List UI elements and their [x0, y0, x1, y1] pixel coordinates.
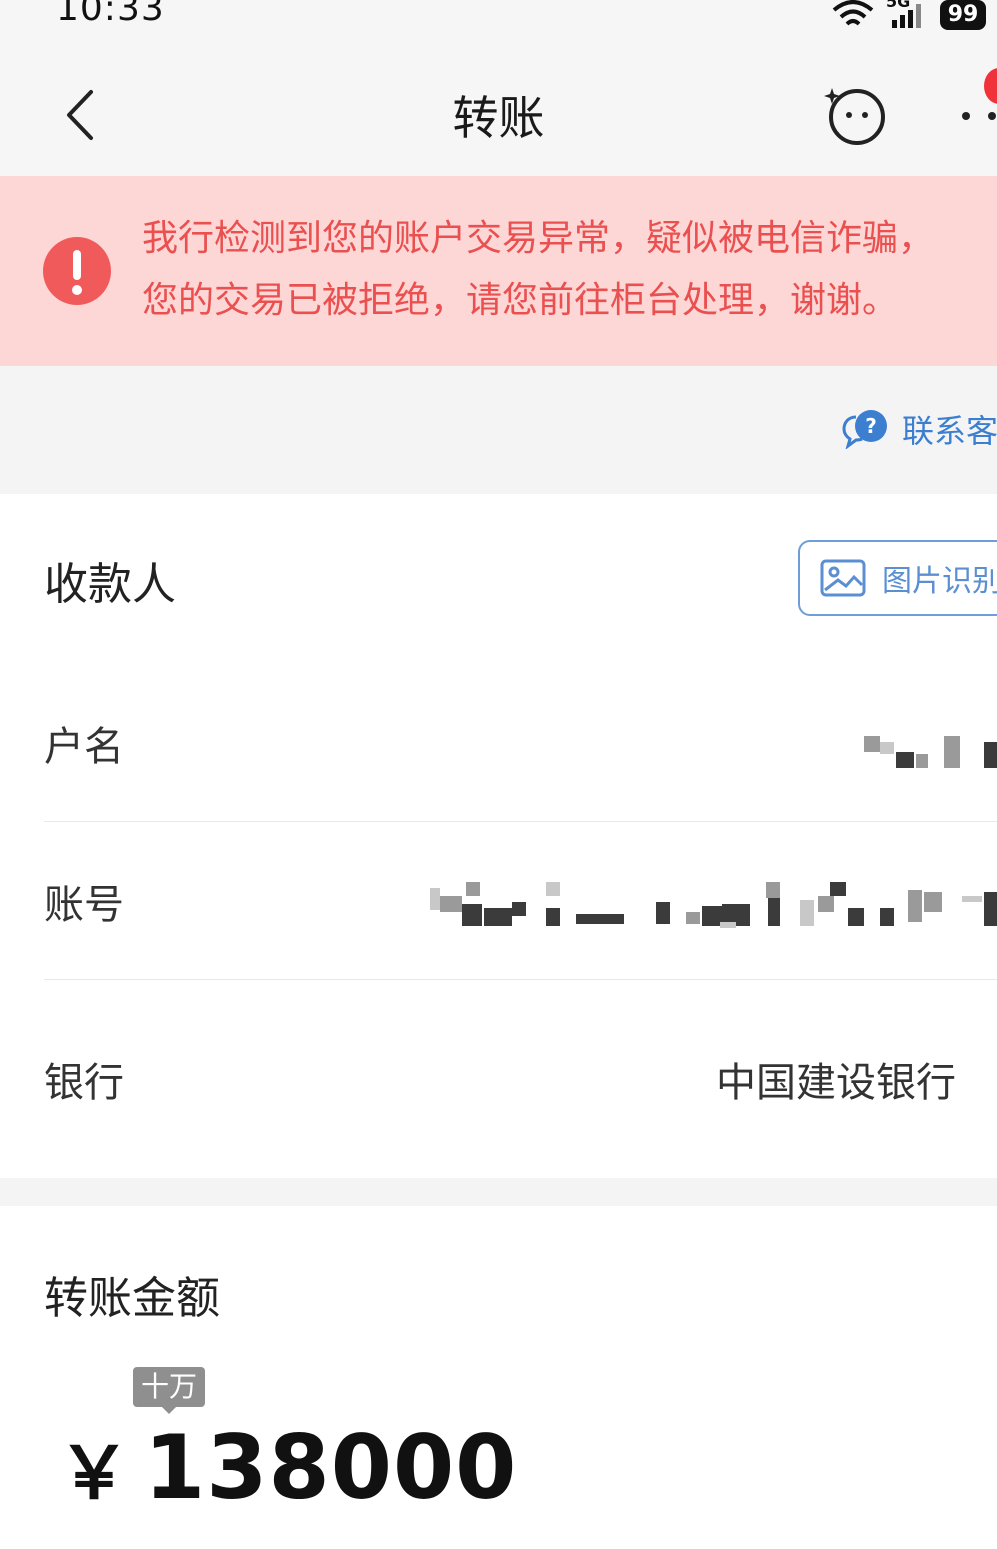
smiley-assistant-icon	[824, 88, 885, 145]
help-chat-icon: ?	[842, 410, 887, 449]
tooltip-arrow	[161, 1406, 177, 1414]
battery-indicator: 99	[940, 0, 986, 30]
alert-line-1: 我行检测到您的账户交易异常，疑似被电信诈骗，	[142, 218, 935, 259]
image-recognition-button[interactable]: 图片识别	[798, 540, 997, 616]
image-recognition-label: 图片识别	[882, 564, 997, 599]
amount-unit-tooltip: 十万	[133, 1367, 205, 1407]
bank-value[interactable]: 中国建设银行	[716, 1050, 956, 1108]
account-number-label: 账号	[44, 882, 124, 928]
alert-line-2: 您的交易已被拒绝，请您前往柜台处理，谢谢。	[142, 280, 899, 321]
redacted-account-number	[428, 878, 997, 930]
alert-message: 我行检测到您的账户交易异常，疑似被电信诈骗， 您的交易已被拒绝，请您前往柜台处理…	[142, 208, 997, 332]
row-divider	[44, 979, 997, 980]
image-icon	[820, 559, 866, 597]
row-divider	[44, 821, 997, 822]
svg-text:?: ?	[865, 414, 877, 438]
amount-heading: 转账金额	[44, 1273, 220, 1324]
status-icons: 5G 99	[830, 0, 986, 30]
amount-value: 138000	[144, 1416, 518, 1519]
section-gap	[0, 1178, 997, 1206]
amount-input[interactable]: ￥ 138000	[58, 1414, 517, 1519]
assistant-button[interactable]	[824, 82, 890, 148]
contact-service-link[interactable]: ? 联系客	[842, 404, 997, 454]
alert-icon	[42, 236, 112, 306]
payee-heading: 收款人	[44, 559, 176, 610]
signal-icon: 5G	[886, 0, 930, 30]
network-type: 5G	[886, 0, 911, 11]
account-name-label: 户名	[44, 724, 124, 770]
currency-symbol: ￥	[58, 1431, 131, 1515]
redacted-account-name	[860, 732, 997, 772]
status-time: 10:33	[56, 0, 165, 29]
contact-service-label: 联系客	[902, 412, 997, 450]
bank-label: 银行	[44, 1060, 124, 1106]
wifi-icon	[832, 0, 874, 26]
